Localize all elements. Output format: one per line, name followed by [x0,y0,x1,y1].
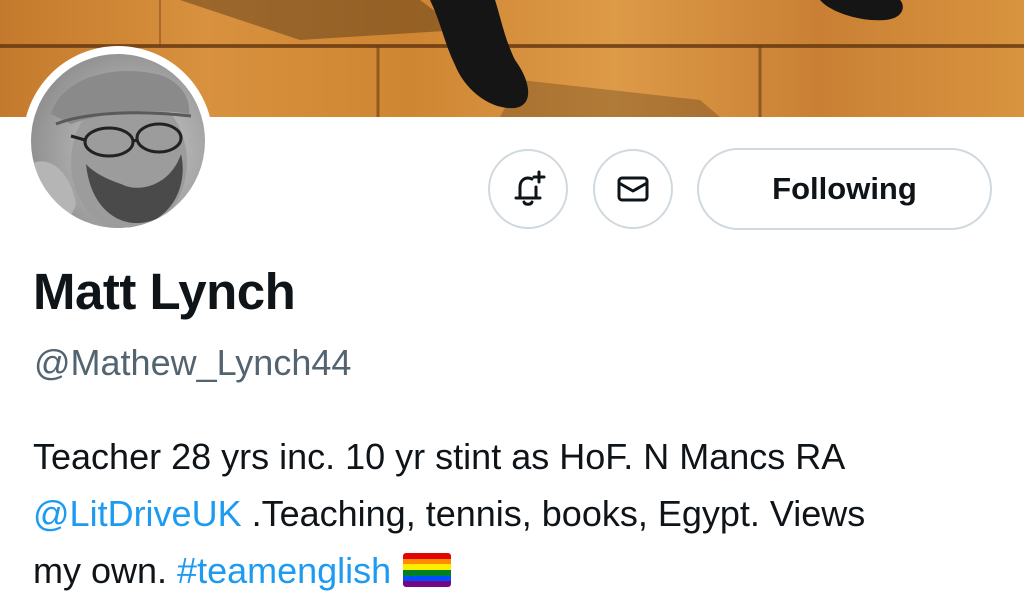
envelope-icon [617,176,649,202]
profile-page: Following Matt Lynch @Mathew_Lynch44 Tea… [0,0,1024,605]
bell-plus-icon [514,170,546,206]
following-button-label: Following [772,171,917,206]
profile-photo-icon [31,70,192,228]
avatar-photo [31,54,205,228]
rainbow-flag-icon [403,553,452,587]
user-handle: @Mathew_Lynch44 [34,342,352,383]
following-button[interactable]: Following [697,148,992,230]
hashtag-link[interactable]: #teamenglish [177,550,391,591]
profile-bio: Teacher 28 yrs inc. 10 yr stint as HoF. … [33,428,1003,599]
mention-link[interactable]: @LitDriveUK [33,493,242,534]
bio-line-2: @LitDriveUK .Teaching, tennis, books, Eg… [33,485,1003,542]
message-button[interactable] [593,149,673,229]
avatar[interactable] [23,46,213,236]
bio-line-1: Teacher 28 yrs inc. 10 yr stint as HoF. … [33,436,846,477]
display-name: Matt Lynch [33,263,296,320]
bio-line-3-text: my own. [33,550,178,591]
bio-line-3: my own. #teamenglish [33,542,1003,599]
notifications-button[interactable] [488,149,568,229]
bio-line-2-text: .Teaching, tennis, books, Egypt. Views [241,493,866,534]
